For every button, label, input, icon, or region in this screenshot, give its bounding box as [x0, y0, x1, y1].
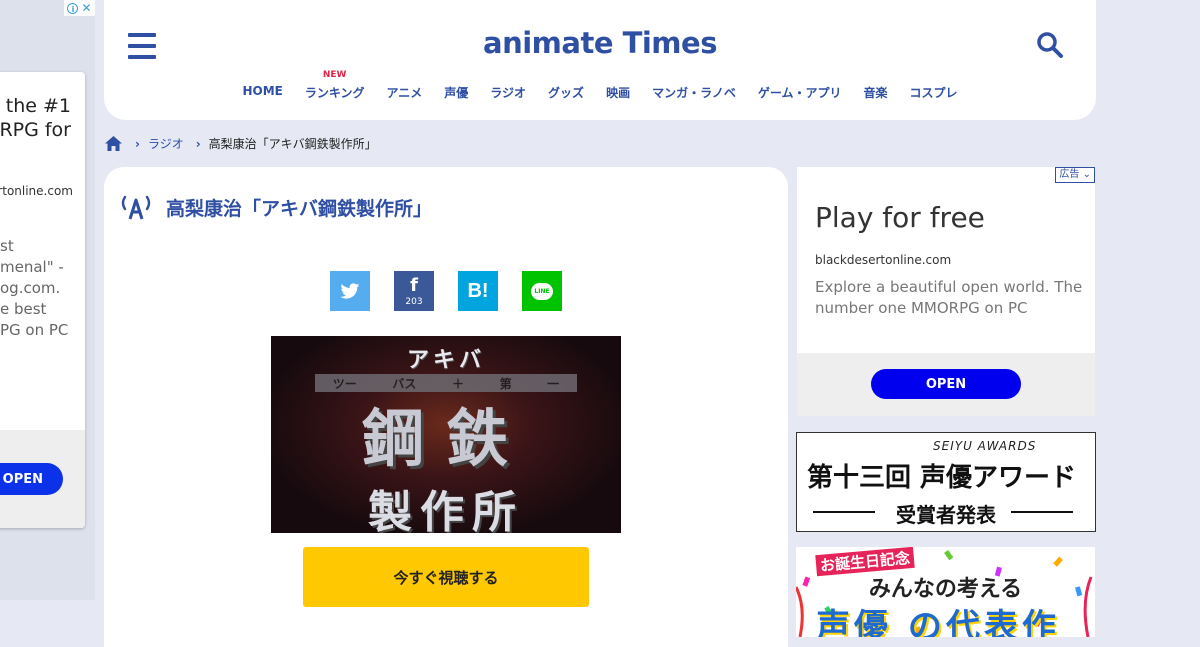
- nav-seiyu[interactable]: 声優: [433, 84, 479, 101]
- hatena-icon: B!: [467, 279, 489, 302]
- ad-cta-area: OPEN: [0, 430, 85, 528]
- birthday-big-text: 声優 の代表作: [816, 607, 1060, 637]
- ad-open-button[interactable]: OPEN: [0, 463, 63, 495]
- right-advertisement[interactable]: 広告 ⌄ Play for free blackdesertonline.com…: [797, 167, 1095, 416]
- twitter-share-button[interactable]: [330, 271, 370, 311]
- nav-music[interactable]: 音楽: [853, 84, 899, 101]
- nav-home[interactable]: HOME: [231, 84, 293, 101]
- close-icon[interactable]: ✕: [81, 2, 91, 14]
- ad-description: Explore a beautiful open world. The numb…: [815, 278, 1083, 317]
- hero-text-koutetsu: 鋼鉄: [361, 402, 530, 475]
- breadcrumb-radio[interactable]: ラジオ: [148, 135, 184, 152]
- line-share-button[interactable]: LINE: [522, 271, 562, 311]
- home-icon[interactable]: [104, 135, 123, 152]
- program-key-visual: アキバ ツー バス ＋ 第 一 鋼鉄 製作所: [271, 336, 621, 533]
- birthday-campaign-banner[interactable]: お誕生日記念 みんなの考える 声優 の代表作: [796, 547, 1095, 637]
- facebook-share-button[interactable]: f 203: [394, 271, 434, 311]
- site-header: animate Times HOME NEW ランキング アニメ 声優 ラジオ グ…: [104, 0, 1096, 120]
- nav-movie[interactable]: 映画: [595, 84, 641, 101]
- nav-anime[interactable]: アニメ: [376, 84, 434, 101]
- breadcrumb: › ラジオ › 高梨康治「アキバ鋼鉄製作所」: [104, 135, 377, 152]
- hatena-bookmark-button[interactable]: B!: [458, 271, 498, 311]
- nav-ranking[interactable]: NEW ランキング: [294, 70, 376, 101]
- seiyu-awards-title: 第十三回 声優アワード: [807, 463, 1077, 493]
- ad-domain: ertonline.com: [0, 184, 73, 198]
- facebook-share-count: 203: [405, 297, 423, 307]
- ad-cta-area: OPEN: [797, 353, 1095, 416]
- adchoices-badge[interactable]: i ✕: [64, 0, 95, 16]
- twitter-icon: [340, 282, 360, 299]
- ad-open-button[interactable]: OPEN: [871, 369, 1021, 399]
- nav-cosplay[interactable]: コスプレ: [899, 84, 969, 101]
- chevron-right-icon: ›: [195, 136, 201, 151]
- ad-domain: blackdesertonline.com: [815, 253, 952, 267]
- article-title: 高梨康治「アキバ鋼鉄製作所」: [166, 197, 433, 220]
- article-card: 高梨康治「アキバ鋼鉄製作所」 f 203 B! LINE アキバ ツー バス ＋…: [104, 167, 788, 647]
- nav-game[interactable]: ゲーム・アプリ: [747, 84, 853, 101]
- chevron-right-icon: ›: [135, 136, 140, 151]
- nav-radio[interactable]: ラジオ: [479, 84, 537, 101]
- nav-manga[interactable]: マンガ・ラノベ: [641, 84, 747, 101]
- ad-headline: Play for free: [815, 201, 985, 234]
- left-advertisement[interactable]: i ✕ the #1 ORPG for ertonline.com st men…: [0, 0, 95, 600]
- chevron-down-icon: ⌄: [1082, 169, 1091, 180]
- nav-goods[interactable]: グッズ: [537, 84, 595, 101]
- hero-text-seisakusho: 製作所: [368, 487, 524, 533]
- breadcrumb-current: 高梨康治「アキバ鋼鉄製作所」: [208, 137, 377, 151]
- ad-headline: the #1 ORPG for: [0, 95, 71, 141]
- line-icon: LINE: [531, 282, 553, 300]
- info-icon[interactable]: i: [67, 2, 79, 14]
- article-header: 高梨康治「アキバ鋼鉄製作所」: [120, 193, 432, 221]
- main-nav: HOME NEW ランキング アニメ 声優 ラジオ グッズ 映画 マンガ・ラノベ …: [104, 70, 1096, 101]
- facebook-icon: f: [410, 275, 418, 296]
- seiyu-awards-banner[interactable]: SEIYU AWARDS 第十三回 声優アワード 受賞者発表: [796, 432, 1096, 532]
- seiyu-awards-subtitle: 受賞者発表: [896, 503, 996, 527]
- listen-now-button[interactable]: 今すぐ視聴する: [303, 547, 589, 607]
- radio-broadcast-icon: [121, 195, 151, 220]
- new-badge: NEW: [322, 70, 347, 80]
- hero-text-akiba: アキバ: [406, 348, 485, 373]
- search-icon[interactable]: [1036, 31, 1064, 59]
- ad-label-dropdown[interactable]: 広告 ⌄: [1055, 167, 1095, 183]
- site-logo[interactable]: animate Times: [104, 26, 1096, 60]
- share-buttons: f 203 B! LINE: [330, 271, 562, 311]
- ad-description: st menal" - og.com. e best PG on PC: [0, 237, 69, 339]
- seiyu-awards-english: SEIYU AWARDS: [933, 439, 1037, 453]
- ad-card[interactable]: the #1 ORPG for ertonline.com st menal" …: [0, 72, 85, 528]
